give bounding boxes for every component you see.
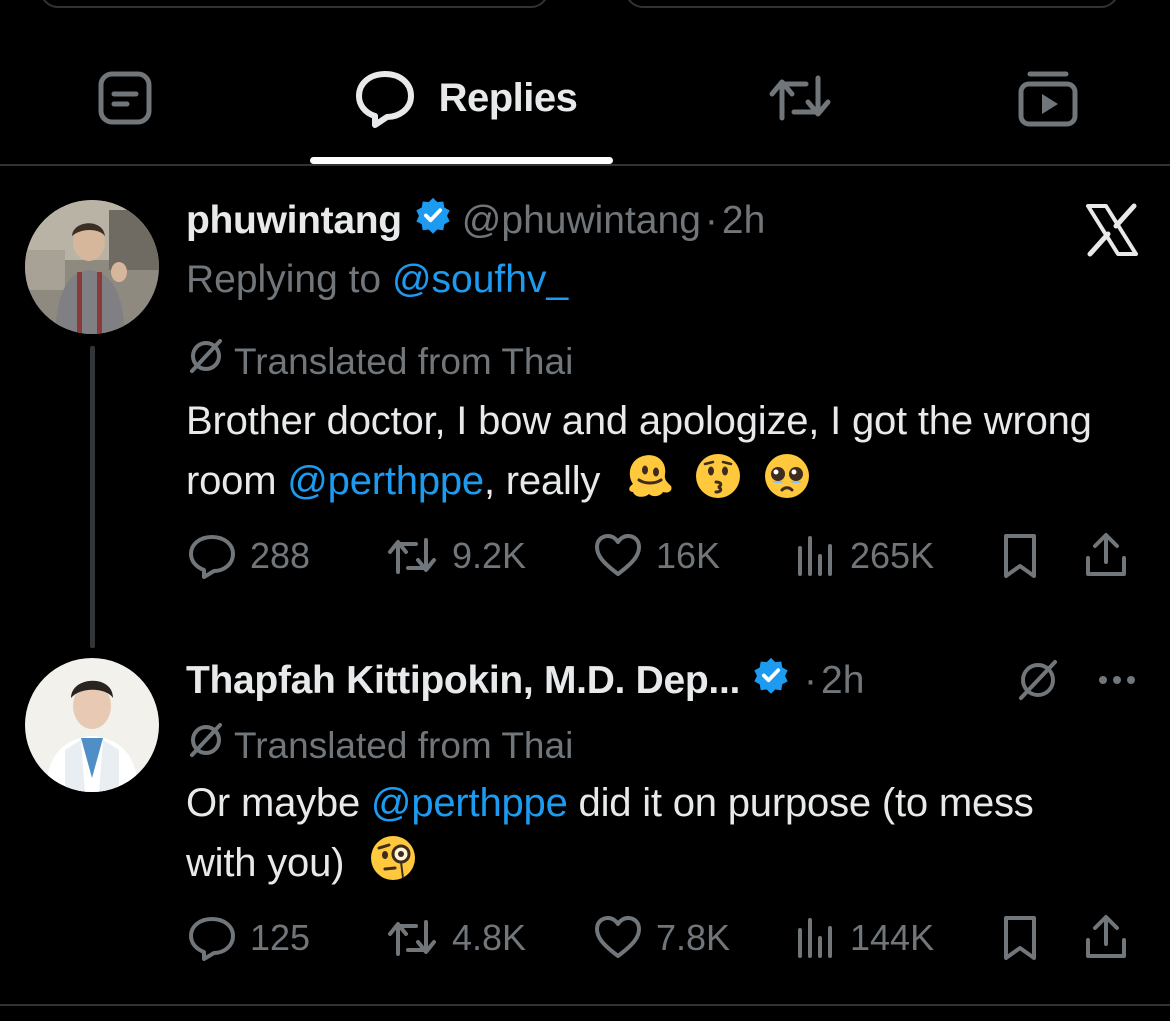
tweet-mention[interactable]: @perthppe <box>287 459 484 503</box>
view-count: 144K <box>850 917 935 958</box>
reply-count: 125 <box>250 917 311 958</box>
tweet-text-part: Or maybe <box>186 781 371 825</box>
tweet-actions: 288 9.2K 16K 265K <box>186 526 1146 586</box>
tweet-text-part: , really <box>483 459 601 503</box>
timestamp[interactable]: 2h <box>821 657 864 705</box>
share-button[interactable] <box>1082 526 1142 586</box>
grok-icon <box>186 720 234 771</box>
display-name[interactable]: phuwintang <box>186 197 402 245</box>
heart-icon <box>592 912 656 964</box>
bookmark-icon <box>998 530 1054 582</box>
profile-tab-bar: Replies <box>0 40 1170 166</box>
tweet-header: Thapfah Kittipokin, M.D. Dep... · 2h <box>186 656 864 706</box>
verified-badge-icon <box>752 656 790 706</box>
repost-count: 4.8K <box>452 917 527 958</box>
pleading-face-emoji-icon <box>761 450 813 518</box>
more-dot <box>1099 676 1107 684</box>
like-button[interactable]: 16K <box>592 526 720 586</box>
tweet-text: Or maybe @perthppe did it on purpose (to… <box>186 774 1066 900</box>
tab-reposts[interactable] <box>755 58 845 138</box>
tab-replies[interactable]: Replies <box>330 58 600 138</box>
bookmark-button[interactable] <box>998 526 1054 586</box>
share-icon <box>1082 912 1142 964</box>
divider <box>0 1004 1170 1006</box>
translated-note: Translated from Thai <box>186 336 573 387</box>
replying-to-mention[interactable]: @soufhv_ <box>392 258 568 301</box>
meta-separator: · <box>704 199 718 242</box>
avatar-phuwintang[interactable] <box>25 200 159 334</box>
share-button[interactable] <box>1082 908 1142 968</box>
reply-count: 288 <box>250 535 311 576</box>
grok-icon <box>186 336 234 387</box>
reply-icon <box>186 912 250 964</box>
active-tab-indicator <box>310 157 613 164</box>
more-dot <box>1113 676 1121 684</box>
replying-prefix: Replying to <box>186 258 392 301</box>
article-icon <box>95 68 155 128</box>
avatar-thapfah[interactable] <box>25 658 159 792</box>
tweet-mention[interactable]: @perthppe <box>371 781 568 825</box>
face-with-monocle-emoji-icon <box>367 832 419 900</box>
top-pill-button-right[interactable] <box>625 0 1119 8</box>
kissing-face-emoji-icon <box>692 450 744 518</box>
views-chart-icon <box>794 912 850 964</box>
reply-button[interactable]: 125 <box>186 908 310 968</box>
translated-note: Translated from Thai <box>186 720 573 771</box>
repost-icon <box>384 912 452 964</box>
tweet-header: phuwintang @phuwintang · 2h <box>186 196 765 246</box>
tweet-actions: 125 4.8K 7.8K 144K <box>186 908 1146 968</box>
tab-posts[interactable] <box>80 58 170 138</box>
repost-count: 9.2K <box>452 535 527 576</box>
translated-label: Translated from Thai <box>234 724 574 766</box>
views-chart-icon <box>794 530 850 582</box>
thread-connector-line <box>90 346 95 648</box>
display-name[interactable]: Thapfah Kittipokin, M.D. Dep... <box>186 657 740 705</box>
meta-separator: · <box>804 659 818 702</box>
reply-icon <box>186 530 250 582</box>
top-pill-button-left[interactable] <box>40 0 549 8</box>
user-handle[interactable]: @phuwintang <box>462 197 701 245</box>
replying-to-line: Replying to @soufhv_ <box>186 256 568 304</box>
views-button[interactable]: 144K <box>794 908 934 968</box>
translated-label: Translated from Thai <box>234 340 574 382</box>
melting-face-emoji-icon <box>623 450 675 518</box>
views-button[interactable]: 265K <box>794 526 934 586</box>
like-count: 7.8K <box>656 917 731 958</box>
bookmark-icon <box>998 912 1054 964</box>
repost-button[interactable]: 9.2K <box>384 526 526 586</box>
repost-button[interactable]: 4.8K <box>384 908 526 968</box>
timestamp[interactable]: 2h <box>722 197 765 245</box>
tab-replies-label: Replies <box>438 75 578 120</box>
like-button[interactable]: 7.8K <box>592 908 730 968</box>
heart-icon <box>592 530 656 582</box>
tab-media[interactable] <box>1000 58 1095 138</box>
reply-bubble-icon <box>353 66 417 130</box>
grok-translate-icon[interactable] <box>1014 656 1062 709</box>
more-dot <box>1127 676 1135 684</box>
repost-icon <box>764 68 836 128</box>
view-count: 265K <box>850 535 935 576</box>
x-logo-icon[interactable] <box>1082 200 1142 260</box>
bookmark-button[interactable] <box>998 908 1054 968</box>
media-icon <box>1016 66 1080 130</box>
like-count: 16K <box>656 535 721 576</box>
repost-icon <box>384 530 452 582</box>
tweet-text: Brother doctor, I bow and apologize, I g… <box>186 392 1126 518</box>
more-options-icon[interactable] <box>1092 660 1142 700</box>
reply-button[interactable]: 288 <box>186 526 310 586</box>
share-icon <box>1082 530 1142 582</box>
verified-badge-icon <box>414 196 452 246</box>
